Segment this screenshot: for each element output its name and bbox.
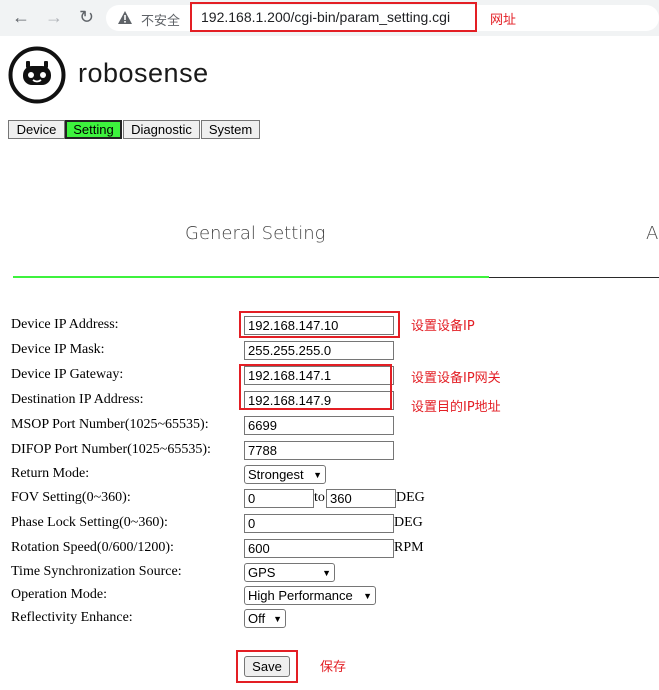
active-section-underline [13,276,489,278]
time-sync-select[interactable]: GPS ▼ [244,563,335,582]
fov-label: FOV Setting(0~360): [11,490,131,505]
reflectivity-select[interactable]: Off ▼ [244,609,286,628]
arrow-left-icon[interactable]: ← [12,7,30,27]
url-text[interactable]: 192.168.1.200/cgi-bin/param_setting.cgi [201,9,450,25]
time-sync-value: GPS [248,565,276,580]
section-divider [489,277,659,278]
destination-label: Destination IP Address: [11,392,144,407]
phase-lock-input[interactable]: 0 [244,514,394,533]
rotation-label: Rotation Speed(0/600/1200): [11,540,174,555]
gateway-annotation: 设置设备IP网关 [411,371,501,386]
operation-mode-select[interactable]: High Performance ▼ [244,586,376,605]
operation-mode-value: High Performance [248,588,353,603]
phase-lock-unit: DEG [394,515,423,530]
time-sync-label: Time Synchronization Source: [11,564,182,579]
chevron-down-icon: ▼ [363,590,372,601]
reflectivity-label: Reflectivity Enhance: [11,610,133,625]
fov-to-label: to [314,490,325,505]
tab-diagnostic[interactable]: Diagnostic [123,120,200,139]
difop-input[interactable]: 7788 [244,441,394,460]
device-ip-label: Device IP Address: [11,317,119,332]
reflectivity-value: Off [248,611,266,626]
chevron-down-icon: ▼ [313,469,322,480]
tab-setting[interactable]: Setting [65,120,122,139]
tab-device[interactable]: Device [8,120,65,139]
reload-icon[interactable]: ↻ [79,7,94,27]
fov-unit: DEG [396,490,425,505]
gateway-destination-highlight-box [239,364,392,410]
return-mode-select[interactable]: Strongest ▼ [244,465,326,484]
rotation-input[interactable]: 600 [244,539,394,558]
fov-from-input[interactable]: 0 [244,489,314,508]
return-mode-label: Return Mode: [11,466,90,481]
device-ip-annotation: 设置设备IP [411,319,475,334]
mask-label: Device IP Mask: [11,342,105,357]
difop-label: DIFOP Port Number(1025~65535): [11,442,211,457]
device-ip-highlight-box [239,311,400,338]
operation-mode-label: Operation Mode: [11,587,108,602]
next-section-title[interactable]: A [646,223,658,244]
chevron-down-icon: ▼ [322,567,331,578]
url-annotation: 网址 [490,13,517,28]
gateway-label: Device IP Gateway: [11,367,124,382]
mask-input[interactable]: 255.255.255.0 [244,341,394,360]
arrow-right-icon[interactable]: → [45,7,63,27]
logo-wordmark: robosense [78,58,209,88]
phase-lock-label: Phase Lock Setting(0~360): [11,515,168,530]
tab-system[interactable]: System [201,120,260,139]
destination-annotation: 设置目的IP地址 [411,400,501,415]
rotation-unit: RPM [394,540,424,555]
robot-head-icon [8,46,66,104]
section-title[interactable]: General Setting [185,223,325,244]
security-label[interactable]: 不安全 [141,10,180,29]
chevron-down-icon: ▼ [273,613,282,624]
save-highlight-box [236,650,298,683]
fov-to-input[interactable]: 360 [326,489,396,508]
save-annotation: 保存 [320,660,347,675]
warning-triangle-icon[interactable] [118,11,132,24]
msop-label: MSOP Port Number(1025~65535): [11,417,209,432]
return-mode-value: Strongest [248,467,304,482]
msop-input[interactable]: 6699 [244,416,394,435]
